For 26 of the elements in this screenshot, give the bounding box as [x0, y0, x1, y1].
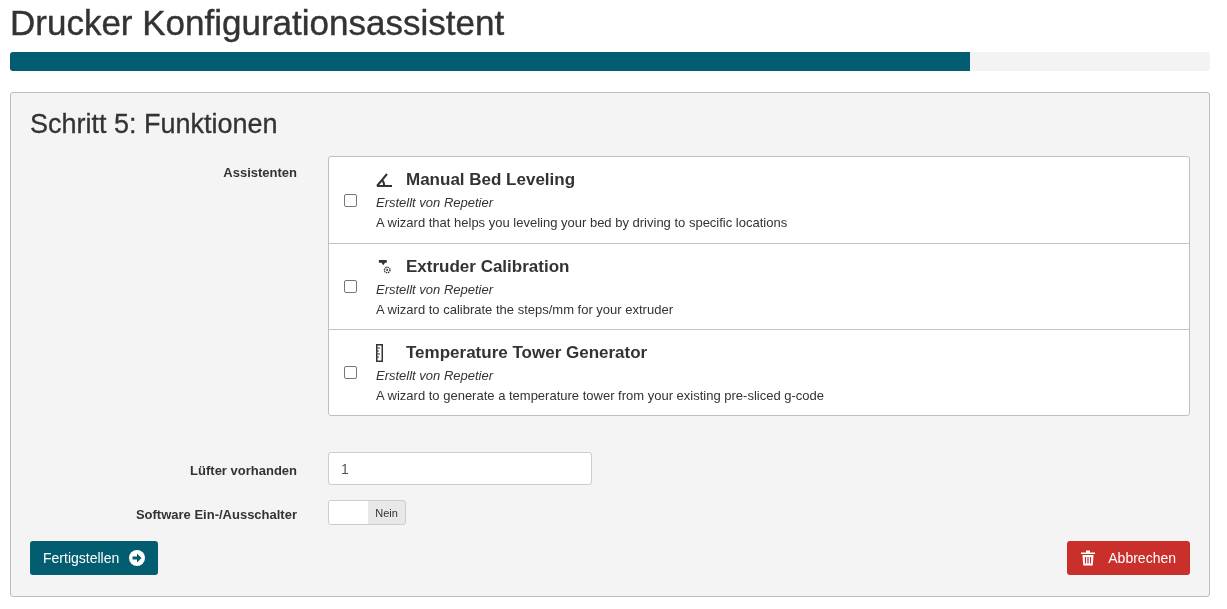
toggle-switch[interactable]: Nein — [328, 500, 406, 525]
wizard-checkbox[interactable] — [344, 193, 357, 207]
wizard-description: A wizard to generate a temperature tower from your existing pre-sliced g-code — [376, 386, 824, 405]
nozzle-gear-icon — [376, 259, 394, 274]
wizard-author: Erstellt von Repetier — [376, 194, 495, 212]
field-label: Lüfter vorhanden — [190, 462, 297, 478]
wizard-title: Manual Bed Leveling — [406, 170, 576, 190]
step-title: Schritt 5: Funktionen — [30, 108, 279, 141]
ruler-icon — [376, 343, 383, 362]
angle-icon — [376, 173, 394, 187]
wizard-author: Erstellt von Repetier — [376, 280, 495, 299]
wizard-author: Erstellt von Repetier — [376, 366, 495, 385]
field-label: Assistenten — [223, 165, 297, 180]
field-label: Software Ein-/Ausschalter — [135, 506, 297, 522]
wizard-description: A wizard that helps you leveling your bed by driving to specific locations — [376, 214, 788, 232]
finish-button[interactable]: Fertigstellen — [30, 541, 159, 575]
wizard-description: A wizard to calibrate the steps/mm for your extruder — [376, 300, 673, 319]
trash-icon — [1081, 550, 1096, 566]
wizard-title: Extruder Calibration — [406, 256, 570, 277]
cancel-button[interactable]: Abbrechen — [1067, 541, 1190, 575]
page-title: Drucker Konfigurationsassistent — [10, 2, 506, 44]
wizard-title: Temperature Tower Generator — [406, 342, 648, 363]
arrow-circle-icon — [128, 549, 147, 567]
wizard-checkbox[interactable] — [344, 280, 357, 293]
input-field[interactable]: 1 — [328, 452, 592, 485]
wizard-checkbox[interactable] — [344, 366, 357, 379]
